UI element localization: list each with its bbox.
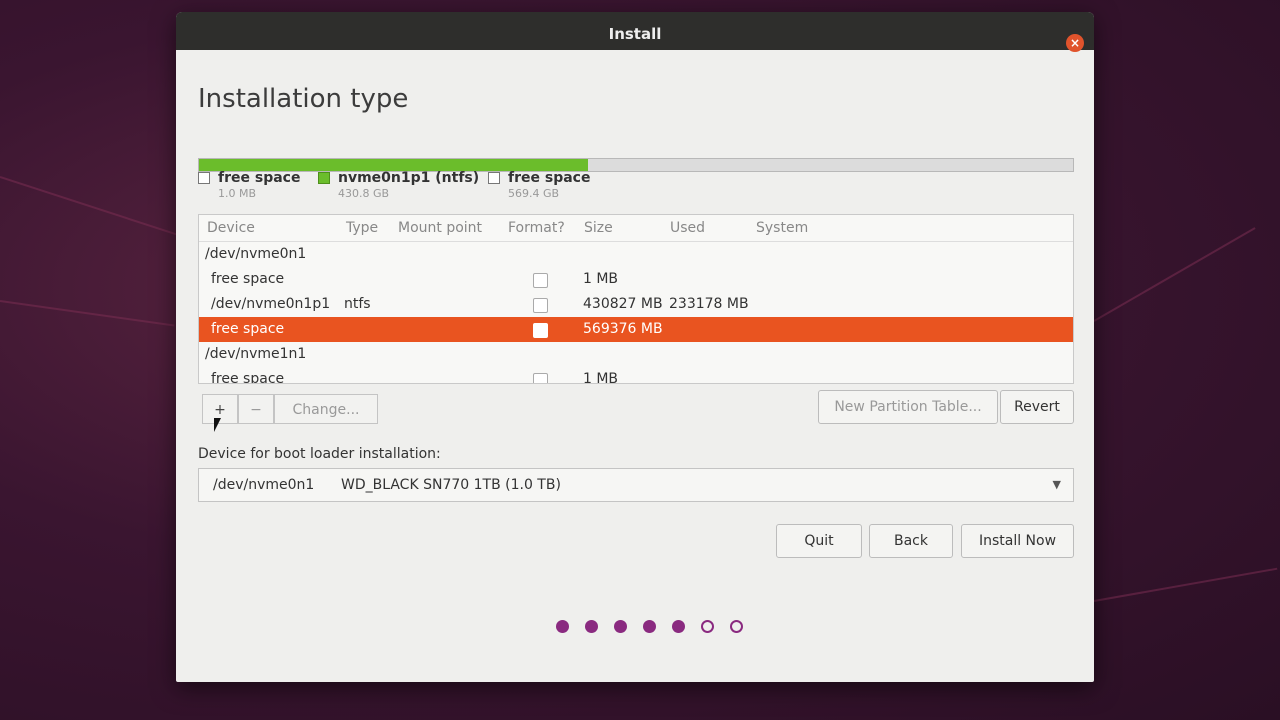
progress-dot-pending [701, 620, 714, 633]
progress-dot-complete [614, 620, 627, 633]
cell-device: free space [211, 321, 285, 337]
cell-used: 233178 MB [669, 296, 749, 312]
progress-dot-complete [643, 620, 656, 633]
cell-size: 1 MB [583, 371, 619, 384]
remove-partition-button[interactable]: − [238, 394, 274, 424]
table-header: Device Type Mount point Format? Size Use… [199, 215, 1073, 242]
page-title: Installation type [198, 84, 409, 114]
column-size[interactable]: Size [584, 215, 613, 241]
cell-device: free space [211, 371, 285, 384]
install-now-button[interactable]: Install Now [961, 524, 1074, 558]
partition-table[interactable]: Device Type Mount point Format? Size Use… [198, 214, 1074, 384]
bootloader-label: Device for boot loader installation: [198, 446, 441, 462]
legend-size: 569.4 GB [508, 187, 560, 200]
column-type[interactable]: Type [346, 215, 378, 241]
legend-item-free-space-2: free space 569.4 GB [488, 170, 590, 200]
cell-device: free space [211, 271, 285, 287]
mouse-cursor-icon [214, 418, 221, 432]
revert-button[interactable]: Revert [1000, 390, 1074, 424]
column-system[interactable]: System [756, 215, 808, 241]
format-checkbox[interactable] [533, 273, 548, 288]
cell-device: /dev/nvme0n1 [205, 246, 307, 262]
cell-device: /dev/nvme0n1p1 [211, 296, 331, 312]
legend-swatch-white [488, 172, 500, 184]
cell-size: 569376 MB [583, 321, 663, 337]
legend-size: 1.0 MB [218, 187, 257, 200]
install-window: Install × Installation type free space 1… [176, 12, 1094, 682]
quit-button[interactable]: Quit [776, 524, 862, 558]
table-row[interactable]: free space 1 MB [199, 267, 1073, 292]
bootloader-description: WD_BLACK SN770 1TB (1.0 TB) [341, 477, 561, 493]
format-checkbox[interactable] [533, 298, 548, 313]
progress-dot-pending [730, 620, 743, 633]
table-row[interactable]: free space 1 MB [199, 367, 1073, 384]
table-row[interactable]: /dev/nvme0n1 [199, 242, 1073, 267]
legend-swatch-green [318, 172, 330, 184]
installation-type-page: Installation type free space 1.0 MB nvme… [176, 50, 1094, 682]
legend-name: free space [508, 170, 591, 186]
progress-dot-complete [556, 620, 569, 633]
table-row-selected[interactable]: free space 569376 MB [199, 317, 1073, 342]
cell-type: ntfs [344, 296, 371, 312]
column-format[interactable]: Format? [508, 215, 565, 241]
table-row[interactable]: /dev/nvme0n1p1 ntfs 430827 MB 233178 MB [199, 292, 1073, 317]
legend-swatch-white [198, 172, 210, 184]
change-partition-button[interactable]: Change... [274, 394, 378, 424]
legend-item-nvme0n1p1: nvme0n1p1 (ntfs) 430.8 GB [318, 170, 479, 200]
format-checkbox[interactable] [533, 323, 548, 338]
table-row[interactable]: /dev/nvme1n1 [199, 342, 1073, 367]
column-mount-point[interactable]: Mount point [398, 215, 482, 241]
cell-size: 1 MB [583, 271, 619, 287]
bootloader-device: /dev/nvme0n1 [213, 477, 315, 493]
legend-name: nvme0n1p1 (ntfs) [338, 170, 480, 186]
column-device[interactable]: Device [207, 215, 255, 241]
wallpaper-line [1093, 567, 1278, 602]
bootloader-device-select[interactable]: /dev/nvme0n1 WD_BLACK SN770 1TB (1.0 TB)… [198, 468, 1074, 502]
new-partition-table-button[interactable]: New Partition Table... [818, 390, 998, 424]
progress-dot-complete [672, 620, 685, 633]
wallpaper-line [1093, 227, 1256, 322]
legend-item-free-space-1: free space 1.0 MB [198, 170, 300, 200]
wallpaper-line [0, 300, 175, 327]
back-button[interactable]: Back [869, 524, 953, 558]
progress-dots [556, 618, 759, 637]
format-checkbox[interactable] [533, 373, 548, 383]
progress-dot-complete [585, 620, 598, 633]
column-used[interactable]: Used [670, 215, 705, 241]
chevron-down-icon: ▼ [1052, 478, 1061, 491]
title-bar[interactable]: Install × [176, 12, 1094, 52]
cell-device: /dev/nvme1n1 [205, 346, 307, 362]
legend-name: free space [218, 170, 301, 186]
cell-size: 430827 MB [583, 296, 663, 312]
window-title: Install [608, 25, 662, 43]
legend-size: 430.8 GB [338, 187, 390, 200]
